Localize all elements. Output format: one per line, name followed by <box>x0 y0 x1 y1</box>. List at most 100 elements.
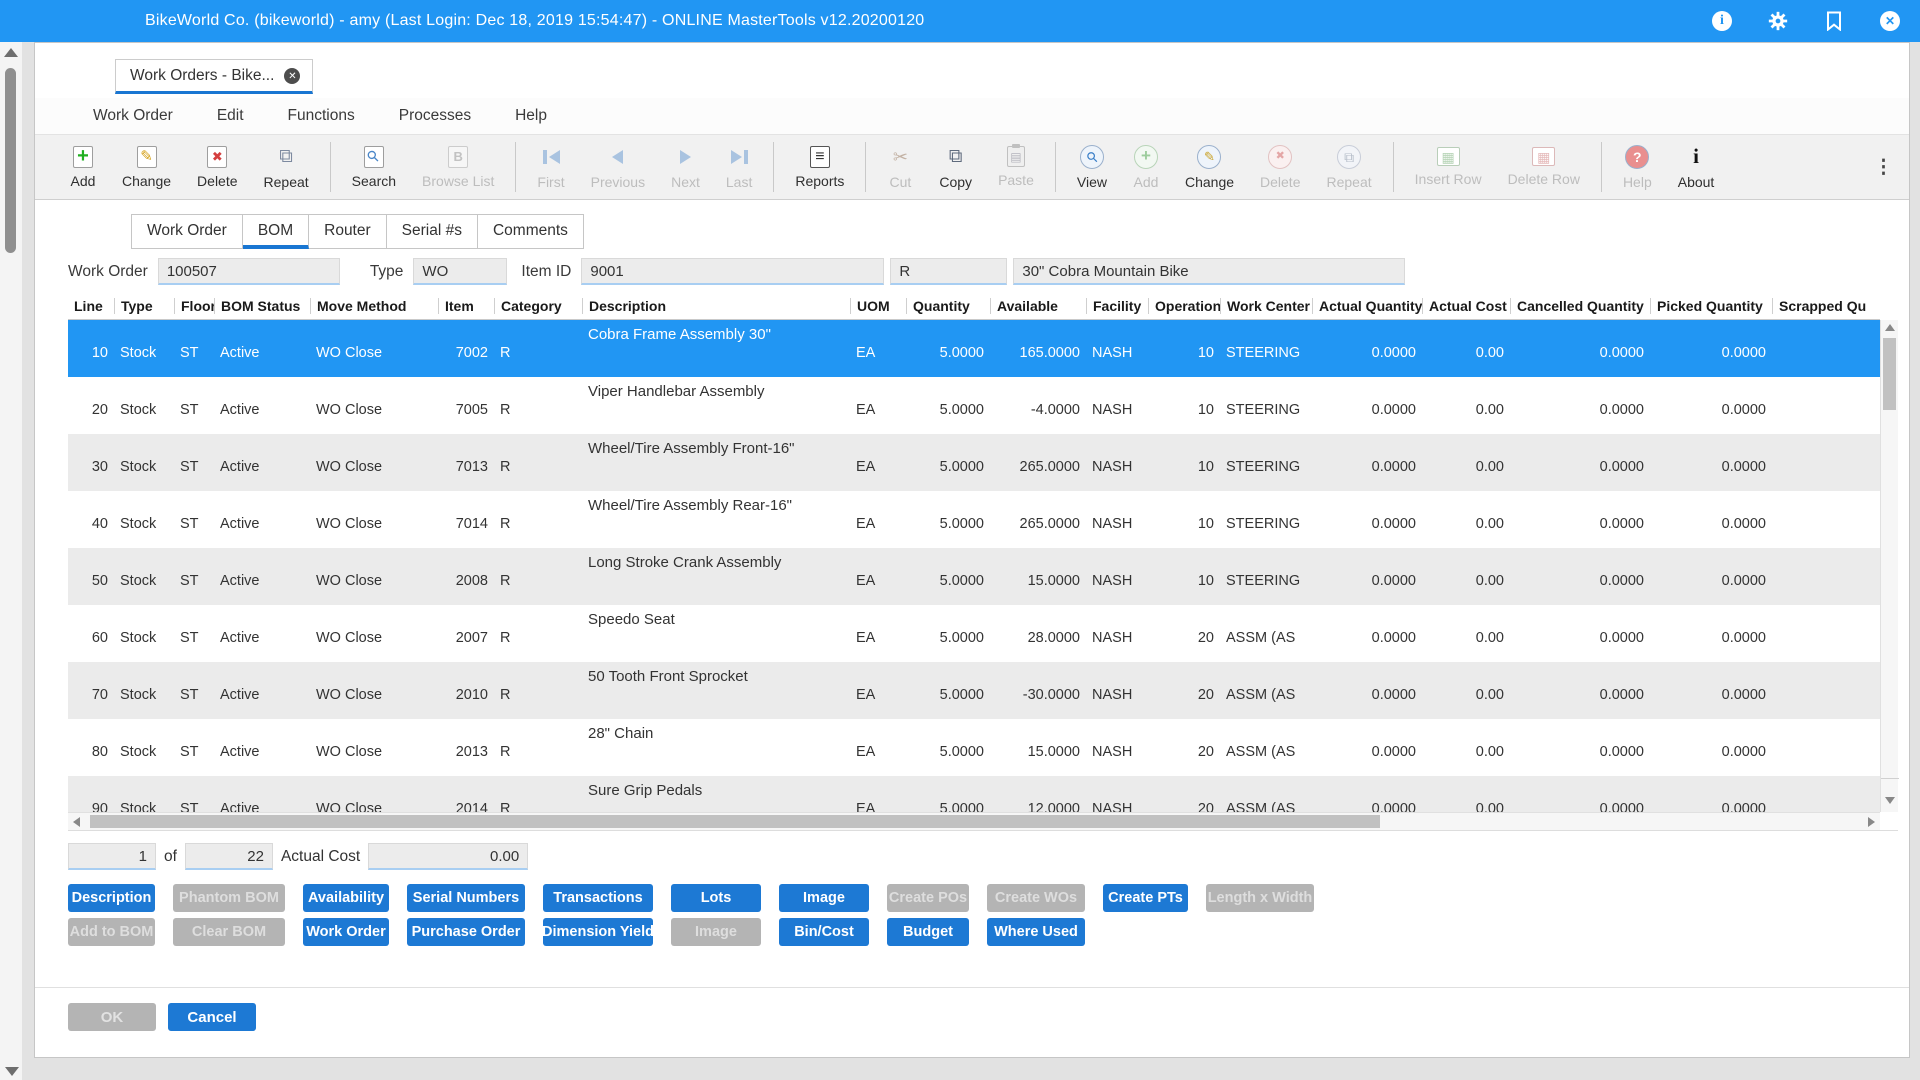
cell-quantity: 5.0000 <box>906 776 990 812</box>
table-row[interactable]: 40StockSTActiveWO Close7014RWheel/Tire A… <box>68 491 1880 548</box>
menu-item-help[interactable]: Help <box>515 107 547 125</box>
cell-scrapped-qu <box>1772 377 1867 434</box>
tab-comments[interactable]: Comments <box>478 214 584 249</box>
toolbar-delete-button[interactable]: Delete <box>184 146 250 189</box>
toolbar-copy-button[interactable]: Copy <box>926 145 985 190</box>
toolbar-add-button[interactable]: Add <box>57 146 109 189</box>
column-header-picked-quantity[interactable]: Picked Quantity <box>1650 298 1772 314</box>
toolbar-change-button[interactable]: Change <box>1172 145 1247 190</box>
work-order-button[interactable]: Work Order <box>303 918 389 946</box>
table-row[interactable]: 20StockSTActiveWO Close7005RViper Handle… <box>68 377 1880 434</box>
column-header-item[interactable]: Item <box>438 298 494 314</box>
menu-item-edit[interactable]: Edit <box>217 107 244 125</box>
item-description-input[interactable] <box>1013 258 1405 285</box>
purchase-order-button[interactable]: Purchase Order <box>407 918 525 946</box>
info-icon[interactable]: i <box>1710 9 1734 33</box>
type-input[interactable] <box>413 258 507 285</box>
cell-quantity: 5.0000 <box>906 548 990 605</box>
more-options-icon[interactable]: ⋮ <box>1874 156 1893 179</box>
bin-cost-button[interactable]: Bin/Cost <box>779 918 869 946</box>
work-order-input[interactable] <box>158 258 340 285</box>
actual-cost-input[interactable] <box>368 843 528 870</box>
toolbar-reports-button[interactable]: Reports <box>782 146 857 189</box>
column-header-operation[interactable]: Operation <box>1148 298 1220 314</box>
column-header-work-center[interactable]: Work Center <box>1220 298 1312 314</box>
page-number-input[interactable] <box>68 843 156 870</box>
cell-facility: NASH <box>1086 719 1148 776</box>
column-header-quantity[interactable]: Quantity <box>906 298 990 314</box>
where-used-button[interactable]: Where Used <box>987 918 1085 946</box>
table-row[interactable]: 90StockSTActiveWO Close2014RSure Grip Pe… <box>68 776 1880 812</box>
tab-work-order[interactable]: Work Order <box>131 214 243 249</box>
window-tab-work-orders[interactable]: Work Orders - Bike... ✕ <box>115 59 313 94</box>
column-header-available[interactable]: Available <box>990 298 1086 314</box>
column-header-actual-quantity[interactable]: Actual Quantity <box>1312 298 1422 314</box>
pager-of-label: of <box>164 848 177 866</box>
table-row[interactable]: 70StockSTActiveWO Close2010R50 Tooth Fro… <box>68 662 1880 719</box>
tab-bom[interactable]: BOM <box>243 214 309 249</box>
menu-item-work-order[interactable]: Work Order <box>93 107 173 125</box>
tab-close-icon[interactable]: ✕ <box>284 68 300 84</box>
column-header-cancelled-quantity[interactable]: Cancelled Quantity <box>1510 298 1650 314</box>
scroll-up-arrow-icon[interactable] <box>4 48 18 57</box>
image-button[interactable]: Image <box>779 884 869 912</box>
tab-serial-s[interactable]: Serial #s <box>387 214 478 249</box>
table-row[interactable]: 80StockSTActiveWO Close2013R28" ChainEA5… <box>68 719 1880 776</box>
grid-horizontal-scrollbar[interactable] <box>68 812 1880 830</box>
toolbar-about-button[interactable]: About <box>1665 145 1728 190</box>
toolbar-search-button[interactable]: Search <box>339 146 409 189</box>
column-header-facility[interactable]: Facility <box>1086 298 1148 314</box>
menu-item-functions[interactable]: Functions <box>288 107 355 125</box>
scroll-down-arrow-icon[interactable] <box>5 1067 19 1076</box>
cell-scrapped-qu <box>1772 320 1867 377</box>
cell-available: 12.0000 <box>990 776 1086 812</box>
lots-button[interactable]: Lots <box>671 884 761 912</box>
transactions-button[interactable]: Transactions <box>543 884 653 912</box>
grid-scroll-right-arrow-icon[interactable] <box>1868 817 1875 827</box>
column-header-floor[interactable]: Floor <box>174 298 214 314</box>
toolbar-change-button[interactable]: Change <box>109 146 184 189</box>
item-id-input[interactable] <box>581 258 884 285</box>
revision-input[interactable] <box>890 258 1007 285</box>
column-header-category[interactable]: Category <box>494 298 582 314</box>
table-row[interactable]: 50StockSTActiveWO Close2008RLong Stroke … <box>68 548 1880 605</box>
budget-button[interactable]: Budget <box>887 918 969 946</box>
dimension-yield-button[interactable]: Dimension Yield <box>543 918 653 946</box>
column-header-description[interactable]: Description <box>582 298 850 314</box>
serial-numbers-button[interactable]: Serial Numbers <box>407 884 525 912</box>
table-row[interactable]: 30StockSTActiveWO Close7013RWheel/Tire A… <box>68 434 1880 491</box>
bookmark-icon[interactable] <box>1822 9 1846 33</box>
column-header-type[interactable]: Type <box>114 298 174 314</box>
grid-hscroll-thumb[interactable] <box>90 815 1380 828</box>
scrollbar-thumb[interactable] <box>5 68 16 253</box>
grid-scroll-up-arrow-icon[interactable] <box>1885 324 1895 331</box>
cell-quantity: 5.0000 <box>906 320 990 377</box>
grid-vscroll-thumb[interactable] <box>1883 338 1896 410</box>
toolbar-view-button[interactable]: View <box>1064 145 1120 190</box>
cell-work-center: STEERING <box>1220 320 1312 377</box>
tab-router[interactable]: Router <box>309 214 387 249</box>
column-header-line[interactable]: Line <box>68 298 114 314</box>
column-header-actual-cost[interactable]: Actual Cost <box>1422 298 1510 314</box>
description-button[interactable]: Description <box>68 884 155 912</box>
menu-item-processes[interactable]: Processes <box>399 107 471 125</box>
cancel-button[interactable]: Cancel <box>168 1003 256 1031</box>
grid-scroll-left-arrow-icon[interactable] <box>73 817 80 827</box>
column-header-move-method[interactable]: Move Method <box>310 298 438 314</box>
column-header-scrapped-qu[interactable]: Scrapped Qu <box>1772 298 1867 314</box>
toolbar-repeat-button[interactable]: Repeat <box>251 145 322 190</box>
gear-icon[interactable] <box>1766 9 1790 33</box>
table-row[interactable]: 10StockSTActiveWO Close7002RCobra Frame … <box>68 320 1880 377</box>
page-total-input[interactable] <box>185 843 273 870</box>
close-icon[interactable]: ✕ <box>1878 9 1902 33</box>
availability-button[interactable]: Availability <box>303 884 389 912</box>
grid-vertical-scrollbar[interactable] <box>1880 320 1898 812</box>
create-pts-button[interactable]: Create PTs <box>1103 884 1188 912</box>
page-vertical-scrollbar[interactable] <box>0 42 22 1080</box>
table-row[interactable]: 60StockSTActiveWO Close2007RSpeedo SeatE… <box>68 605 1880 662</box>
column-header-uom[interactable]: UOM <box>850 298 906 314</box>
column-header-bom-status[interactable]: BOM Status <box>214 298 310 314</box>
cell-line: 30 <box>68 434 114 491</box>
edit-page-icon <box>137 146 157 168</box>
grid-scroll-down-arrow-icon[interactable] <box>1885 797 1895 804</box>
